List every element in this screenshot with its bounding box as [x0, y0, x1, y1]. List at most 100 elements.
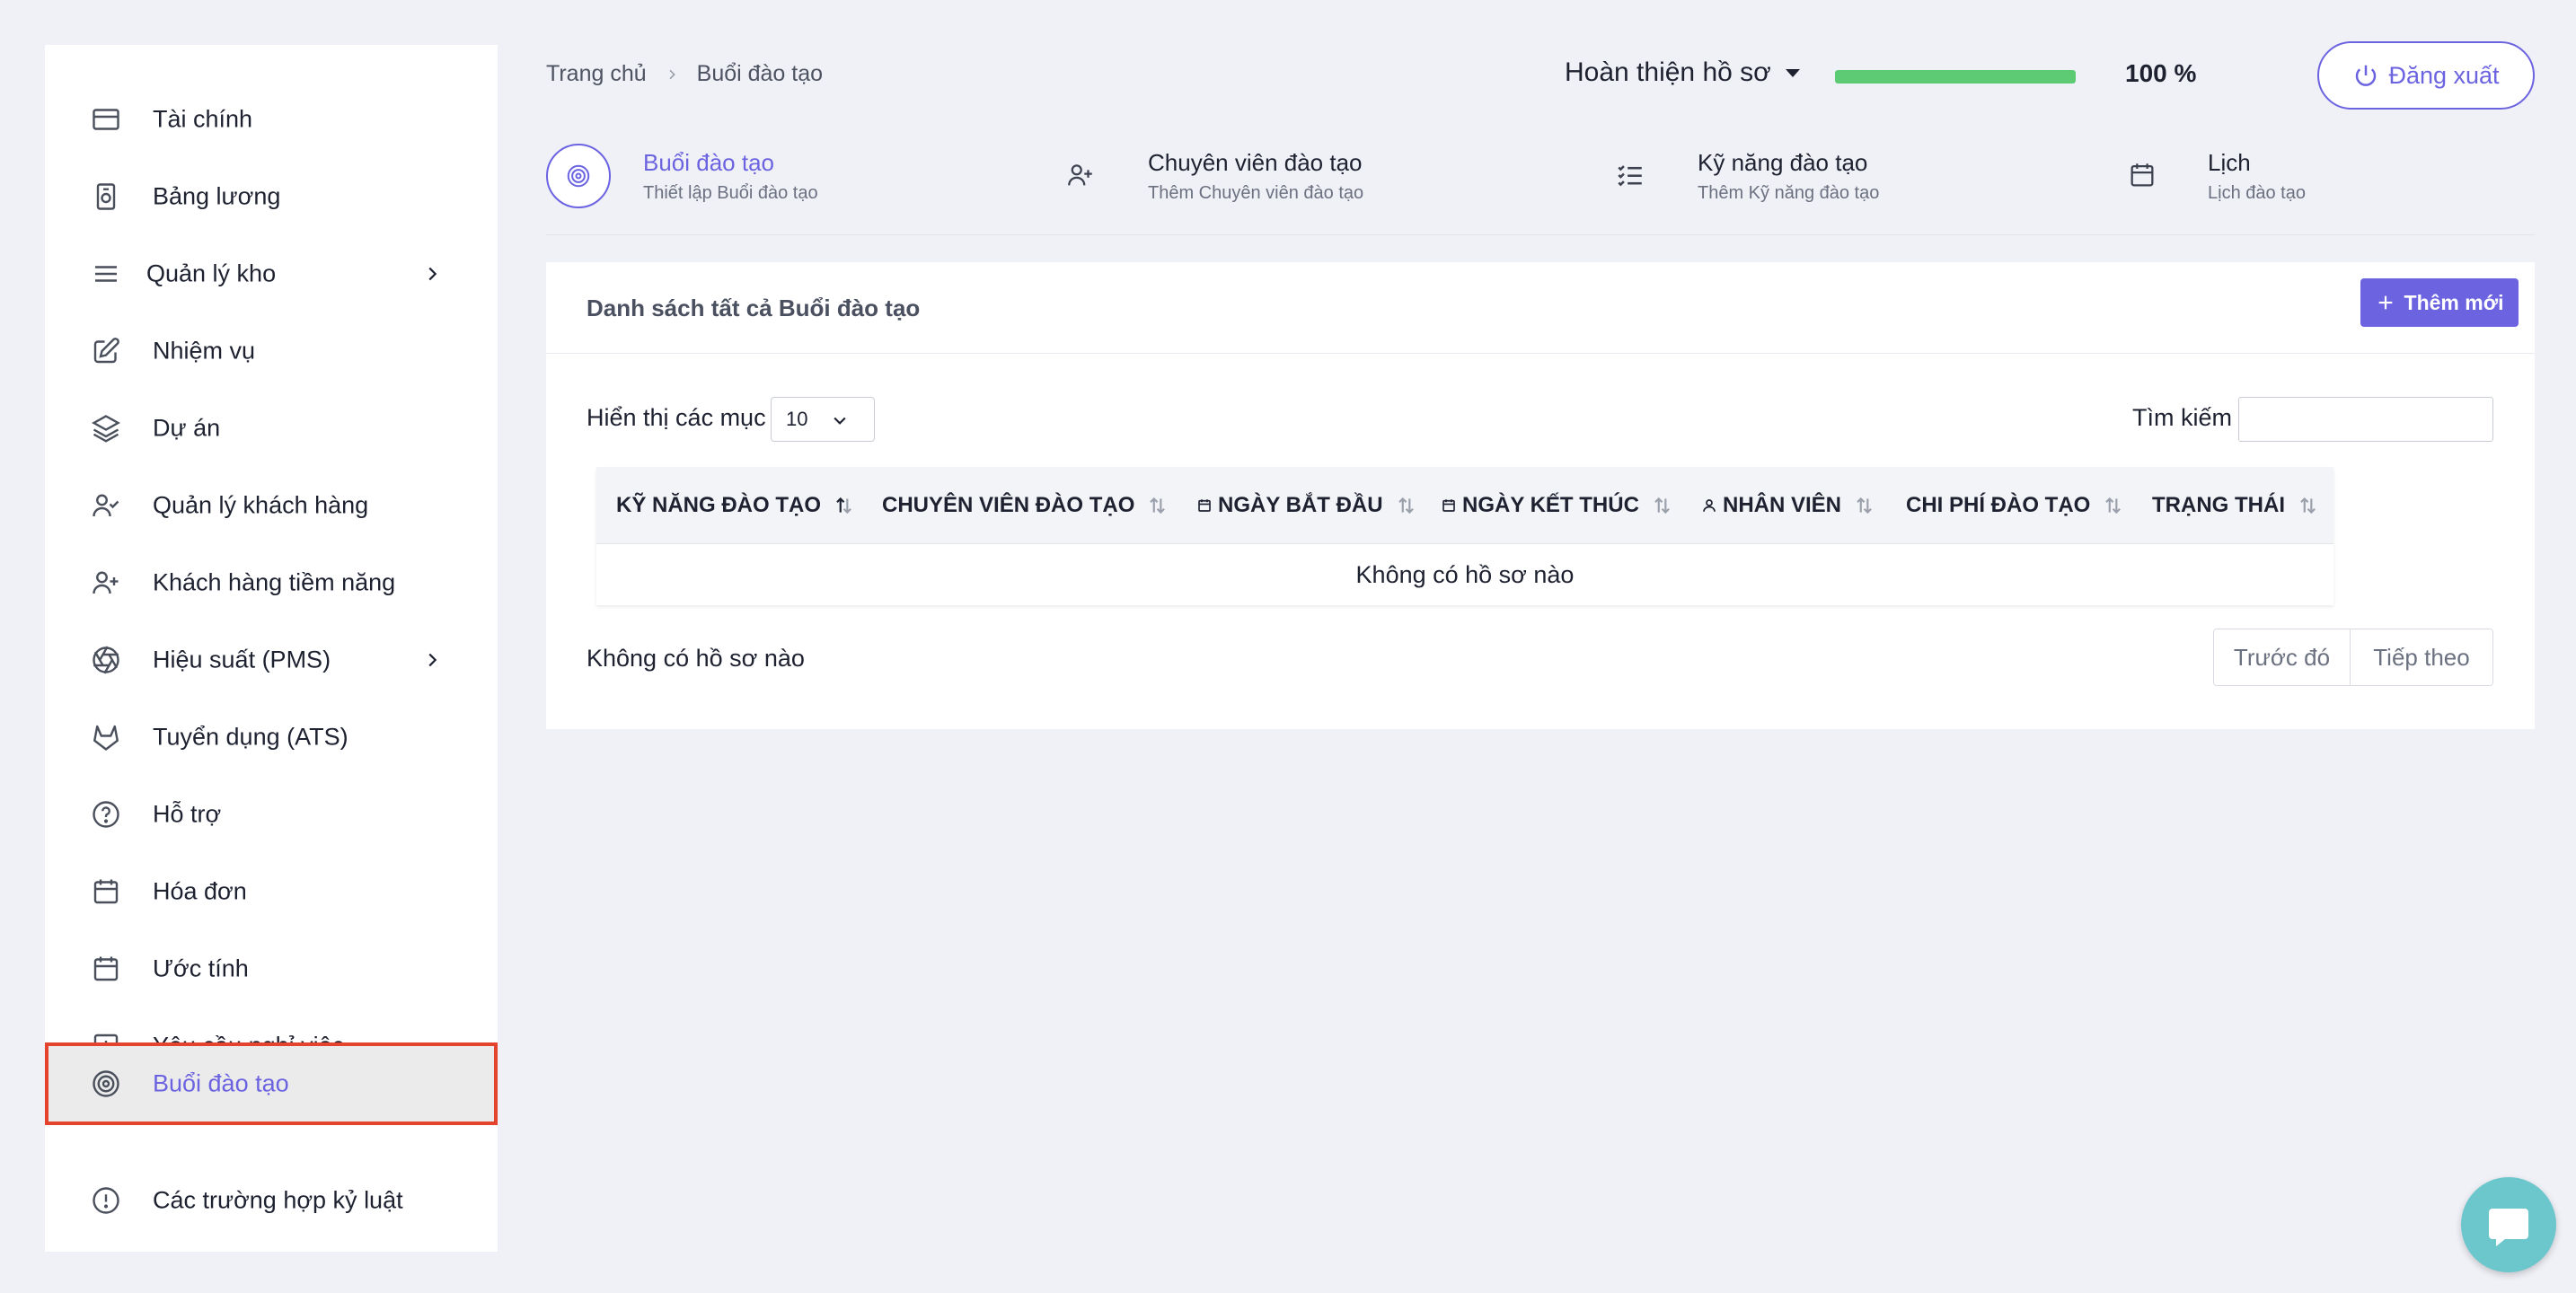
profile-complete-dropdown[interactable]: Hoàn thiện hồ sơ	[1565, 57, 1800, 88]
column-label: NGÀY BẮT ĐẦU	[1218, 493, 1383, 517]
help-circle-icon	[90, 798, 122, 831]
sort-icon	[1852, 494, 1875, 517]
card-title: Danh sách tất cả Buổi đào tạo	[587, 295, 921, 321]
column-header-chi-phi[interactable]: CHI PHÍ ĐÀO TẠO	[1906, 467, 2124, 544]
target-icon	[546, 144, 611, 208]
sidebar-item-label: Hóa đơn	[153, 877, 247, 905]
tab-chuyen-vien-dao-tao[interactable]: Chuyên viên đào tạo Thêm Chuyên viên đào…	[1065, 144, 1442, 216]
calendar-icon	[2127, 160, 2157, 190]
chevron-down-icon	[831, 411, 849, 429]
logout-label: Đăng xuất	[2388, 61, 2500, 89]
search-label: Tìm kiếm	[2132, 404, 2232, 431]
user-icon	[1701, 497, 1717, 514]
step-title: Lịch	[2208, 149, 2251, 176]
step-subtitle: Thêm Chuyên viên đào tạo	[1148, 183, 1364, 203]
sidebar-item-quan-ly-khach-hang[interactable]: Quản lý khách hàng	[45, 467, 498, 544]
sidebar-item-tuyen-dung[interactable]: Tuyển dụng (ATS)	[45, 699, 498, 776]
column-header-ngay-ket-thuc[interactable]: NGÀY KẾT THÚC	[1441, 467, 1673, 544]
sidebar-item-label: Khách hàng tiềm năng	[153, 568, 396, 596]
payroll-icon	[90, 180, 122, 213]
menu-lines-icon	[90, 258, 122, 290]
sidebar-item-du-an[interactable]: Dự án	[45, 390, 498, 467]
sidebar-item-bang-luong[interactable]: Bảng lương	[45, 158, 498, 235]
profile-progress-bar	[1835, 70, 2076, 84]
column-header-chuyen-vien[interactable]: CHUYÊN VIÊN ĐÀO TẠO	[882, 467, 1169, 544]
tab-ky-nang-dao-tao[interactable]: Kỹ năng đào tạo Thêm Kỹ năng đào tạo	[1615, 144, 1992, 216]
sidebar-item-tai-chinh[interactable]: Tài chính	[45, 81, 498, 158]
steps-divider	[546, 234, 2535, 235]
add-new-button[interactable]: Thêm mới	[2360, 278, 2519, 327]
pagination-next-button[interactable]: Tiếp theo	[2351, 629, 2492, 685]
pagination-prev-button[interactable]: Trước đó	[2214, 629, 2351, 685]
breadcrumb: Trang chủ Buổi đào tạo	[546, 61, 823, 87]
step-title: Chuyên viên đào tạo	[1148, 149, 1363, 176]
logout-button[interactable]: Đăng xuất	[2317, 41, 2535, 110]
chevron-right-icon	[422, 650, 442, 670]
sidebar: Tài chính Bảng lương Quản lý kho Nhiệm v…	[45, 45, 498, 1252]
training-table: KỸ NĂNG ĐÀO TẠO CHUYÊN VIÊN ĐÀO TẠO NGÀY…	[596, 467, 2333, 605]
sidebar-item-label: Quản lý kho	[146, 259, 277, 287]
page-size-select[interactable]: 10	[771, 397, 875, 442]
sidebar-item-quan-ly-kho[interactable]: Quản lý kho	[45, 235, 498, 312]
chevron-right-icon	[665, 67, 679, 82]
column-header-trang-thai[interactable]: TRẠNG THÁI	[2152, 467, 2319, 544]
sidebar-item-label: Các trường hợp kỷ luật	[153, 1186, 403, 1214]
breadcrumb-home[interactable]: Trang chủ	[546, 61, 647, 87]
alert-circle-icon	[90, 1184, 122, 1217]
column-header-nhan-vien[interactable]: NHÂN VIÊN	[1701, 467, 1875, 544]
layers-icon	[90, 412, 122, 444]
column-label: TRẠNG THÁI	[2152, 493, 2285, 517]
tab-lich[interactable]: Lịch Lịch đào tạo	[2127, 144, 2504, 216]
column-label: NGÀY KẾT THÚC	[1462, 493, 1639, 517]
table-header: KỸ NĂNG ĐÀO TẠO CHUYÊN VIÊN ĐÀO TẠO NGÀY…	[596, 467, 2333, 544]
sort-icon	[2296, 494, 2319, 517]
column-header-ky-nang[interactable]: KỸ NĂNG ĐÀO TẠO	[616, 467, 855, 544]
sort-icon	[1394, 494, 1417, 517]
sidebar-item-hoa-don[interactable]: Hóa đơn	[45, 853, 498, 930]
calendar-icon	[90, 875, 122, 908]
user-plus-icon	[1065, 160, 1096, 190]
sort-icon	[1145, 494, 1169, 517]
table-info-text: Không có hồ sơ nào	[587, 645, 805, 672]
column-label: CHUYÊN VIÊN ĐÀO TẠO	[882, 493, 1135, 517]
tab-buoi-dao-tao[interactable]: Buổi đào tạo Thiết lập Buổi đào tạo	[546, 144, 923, 216]
chat-widget-button[interactable]	[2461, 1177, 2556, 1272]
calendar-icon	[1196, 497, 1213, 514]
sidebar-item-hieu-suat[interactable]: Hiệu suất (PMS)	[45, 621, 498, 699]
pagination: Trước đó Tiếp theo	[2213, 629, 2493, 686]
sidebar-item-label: Dự án	[153, 414, 221, 442]
sidebar-item-nhiem-vu[interactable]: Nhiệm vụ	[45, 312, 498, 390]
sidebar-item-label: Quản lý khách hàng	[153, 491, 369, 519]
target-icon	[90, 1068, 122, 1100]
sidebar-item-ky-luat[interactable]: Các trường hợp kỷ luật	[45, 1162, 498, 1239]
edit-icon	[90, 335, 122, 367]
column-header-ngay-bat-dau[interactable]: NGÀY BẮT ĐẦU	[1196, 467, 1417, 544]
user-check-icon	[90, 489, 122, 522]
sidebar-item-buoi-dao-tao[interactable]: Buổi đào tạo	[45, 1042, 498, 1125]
calendar-icon	[1441, 497, 1457, 514]
sidebar-item-label: Ước tính	[153, 954, 249, 982]
gitlab-icon	[90, 721, 122, 753]
aperture-icon	[90, 644, 122, 676]
sidebar-item-uoc-tinh[interactable]: Ước tính	[45, 930, 498, 1007]
chevron-right-icon	[422, 264, 442, 284]
sidebar-item-label: Nhiệm vụ	[153, 337, 256, 365]
step-subtitle: Lịch đào tạo	[2208, 183, 2306, 203]
sort-icon	[2101, 494, 2124, 517]
sidebar-item-label: Hiệu suất (PMS)	[153, 646, 331, 673]
sidebar-item-label: Hỗ trợ	[153, 800, 222, 828]
calendar-icon	[90, 953, 122, 985]
column-label: NHÂN VIÊN	[1723, 493, 1842, 517]
card-header: Danh sách tất cả Buổi đào tạo Thêm mới	[546, 262, 2535, 354]
step-subtitle: Thêm Kỹ năng đào tạo	[1698, 183, 1880, 203]
sort-icon	[1650, 494, 1673, 517]
sidebar-item-label: Tài chính	[153, 105, 253, 133]
sidebar-item-ho-tro[interactable]: Hỗ trợ	[45, 776, 498, 853]
sidebar-item-khach-hang-tiem-nang[interactable]: Khách hàng tiềm năng	[45, 544, 498, 621]
add-new-label: Thêm mới	[2404, 290, 2504, 314]
plus-icon	[2376, 293, 2395, 312]
progress-fill	[1835, 70, 2076, 84]
entries-label: Hiển thị các mục	[587, 404, 766, 431]
search-input[interactable]	[2238, 397, 2493, 442]
user-plus-icon	[90, 567, 122, 599]
